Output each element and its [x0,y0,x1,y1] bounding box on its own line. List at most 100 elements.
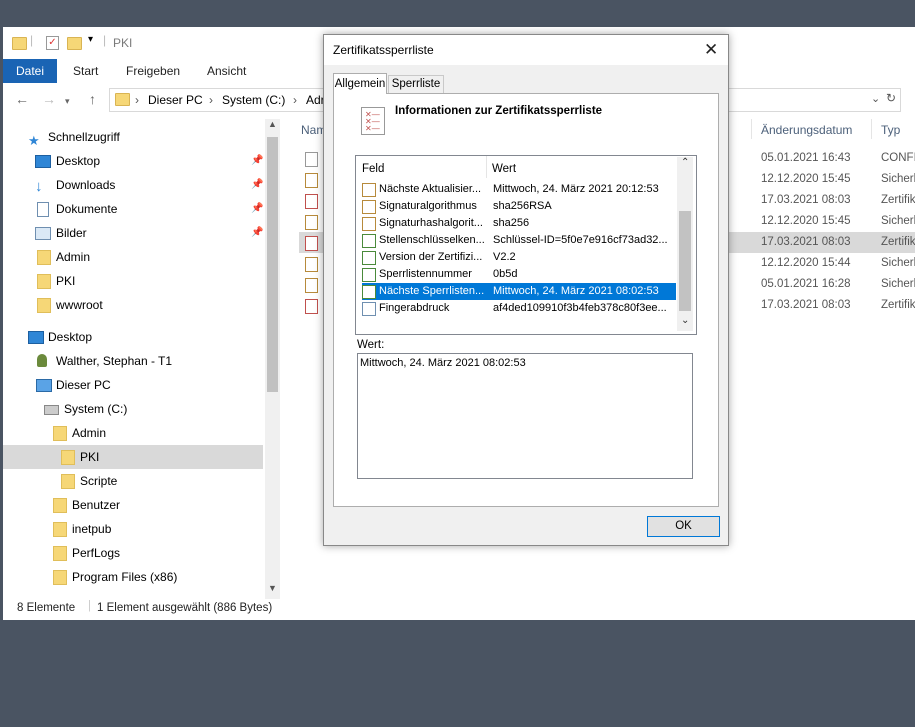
nav-item-schnellzugriff[interactable]: ★ Schnellzugriff [3,125,263,149]
certificate-file-icon [305,278,318,293]
column-divider[interactable] [486,156,487,178]
tab-start[interactable]: Start [73,59,98,83]
file-icon [305,152,318,167]
chevron-right-icon: › [135,93,139,107]
list-row[interactable]: Signaturhashalgorit... sha256 [362,215,676,232]
window-title: PKI [113,36,133,50]
pin-icon[interactable]: 📌 [251,221,263,245]
extension-icon [362,234,376,248]
nav-item-perflogs[interactable]: PerfLogs [3,541,263,565]
recent-chevron-icon[interactable]: ▾ [65,96,70,107]
list-header-value[interactable]: Wert [492,163,516,175]
crl-file-icon [305,299,318,314]
list-row[interactable]: Stellenschlüsselken... Schlüssel-ID=5f0e… [362,232,676,249]
list-row[interactable]: Fingerabdruck af4ded109910f3b4feb378c80f… [362,300,676,317]
dialog-titlebar: Zertifikatssperrliste ✕ [324,35,728,65]
breadcrumb-system[interactable]: System (C:) [222,93,285,107]
pin-icon[interactable]: 📌 [251,197,263,221]
tab-datei[interactable]: Datei [3,59,57,83]
list-row-selected[interactable]: Nächste Sperrlisten... Mittwoch, 24. Mär… [362,283,676,300]
nav-item-inetpub[interactable]: inetpub [3,517,263,541]
chevron-down-icon[interactable]: ▾ [88,34,93,45]
list-row[interactable]: Sperrlistennummer 0b5d [362,266,676,283]
crl-file-icon [305,236,318,251]
tab-sperrliste[interactable]: Sperrliste [388,75,444,94]
status-selection: 1 Element ausgewählt (886 Bytes) [97,602,273,614]
certificate-file-icon [305,215,318,230]
nav-item-pki[interactable]: PKI [3,269,263,293]
property-icon [362,302,376,316]
nav-scrollbar-thumb[interactable] [267,137,278,392]
extension-icon [362,251,376,265]
list-row[interactable]: Signaturalgorithmus sha256RSA [362,198,676,215]
refresh-icon[interactable]: ↻ [886,91,896,105]
nav-item-pki-selected[interactable]: PKI [3,445,263,469]
column-divider[interactable] [871,119,872,139]
pin-icon[interactable]: 📌 [251,173,263,197]
folder-icon [53,546,67,561]
tab-ansicht[interactable]: Ansicht [207,59,246,83]
field-list[interactable]: Feld Wert Nächste Aktualisier... Mittwoc… [355,155,697,335]
crl-file-icon [305,194,318,209]
nav-item-benutzer[interactable]: Benutzer [3,493,263,517]
nav-item-admin[interactable]: Admin [3,245,263,269]
nav-item-scripte[interactable]: Scripte [3,469,263,493]
column-divider[interactable] [751,119,752,139]
folder-icon [61,450,75,465]
back-arrow-icon[interactable]: ← [15,91,29,107]
scroll-up-icon[interactable]: ⌃ [681,157,689,168]
drive-icon [44,405,59,415]
breadcrumb-dieser-pc[interactable]: Dieser PC [148,93,203,107]
nav-item-dokumente[interactable]: Dokumente 📌 [3,197,263,221]
nav-item-user[interactable]: Walther, Stephan - T1 [3,349,263,373]
list-scrollbar-thumb[interactable] [679,211,691,311]
list-row[interactable]: Nächste Aktualisier... Mittwoch, 24. Mär… [362,181,676,198]
document-icon [37,202,49,217]
extension-icon [362,285,376,299]
property-icon [362,183,376,197]
folder-icon [37,298,51,313]
list-header-field[interactable]: Feld [362,163,384,175]
scroll-down-icon[interactable]: ⌄ [681,315,689,326]
forward-arrow-icon[interactable]: → [42,91,56,107]
desktop-icon [35,155,51,168]
chevron-right-icon: › [293,93,297,107]
tab-freigeben[interactable]: Freigeben [126,59,180,83]
folder-icon [53,426,67,441]
folder-icon[interactable] [12,37,27,50]
nav-item-wwwroot[interactable]: wwwroot [3,293,263,317]
nav-item-bilder[interactable]: Bilder 📌 [3,221,263,245]
ok-button[interactable]: OK [647,516,720,537]
nav-item-desktop-root[interactable]: Desktop [3,325,263,349]
column-header-type[interactable]: Typ [881,123,900,137]
new-folder-icon[interactable] [67,37,82,50]
nav-item-system-c[interactable]: System (C:) [3,397,263,421]
address-bar[interactable]: › Dieser PC › System (C:) › Adr [109,88,331,112]
folder-icon [37,274,51,289]
scroll-up-icon[interactable]: ▲ [268,119,277,129]
up-arrow-icon[interactable]: ↑ [89,91,96,107]
value-textbox[interactable]: Mittwoch, 24. März 2021 08:02:53 [357,353,693,479]
scroll-down-icon[interactable]: ▼ [268,583,277,593]
address-bar-end[interactable]: ⌄ ↻ [723,88,901,112]
extension-icon [362,268,376,282]
properties-icon[interactable]: ✓ [46,36,59,50]
nav-item-downloads[interactable]: ↓ Downloads 📌 [3,173,263,197]
nav-item-desktop[interactable]: Desktop 📌 [3,149,263,173]
tab-allgemein[interactable]: Allgemein [333,73,387,94]
status-bar: 8 Elemente | 1 Element ausgewählt (886 B… [3,600,303,618]
chevron-down-icon[interactable]: ⌄ [871,92,880,105]
close-icon[interactable]: ✕ [704,40,718,60]
nav-item-program-files[interactable]: Program Files (x86) [3,565,263,589]
folder-icon [37,250,51,265]
folder-icon [53,522,67,537]
chevron-right-icon: › [209,93,213,107]
pin-icon[interactable]: 📌 [251,149,263,173]
status-item-count: 8 Elemente [17,602,76,614]
dialog-title: Zertifikatssperrliste [333,43,434,57]
nav-item-dieser-pc[interactable]: Dieser PC [3,373,263,397]
list-row[interactable]: Version der Zertifizi... V2.2 [362,249,676,266]
nav-item-admin-c[interactable]: Admin [3,421,263,445]
column-header-date[interactable]: Änderungsdatum [761,123,852,137]
breadcrumb-adr[interactable]: Adr [306,93,325,107]
